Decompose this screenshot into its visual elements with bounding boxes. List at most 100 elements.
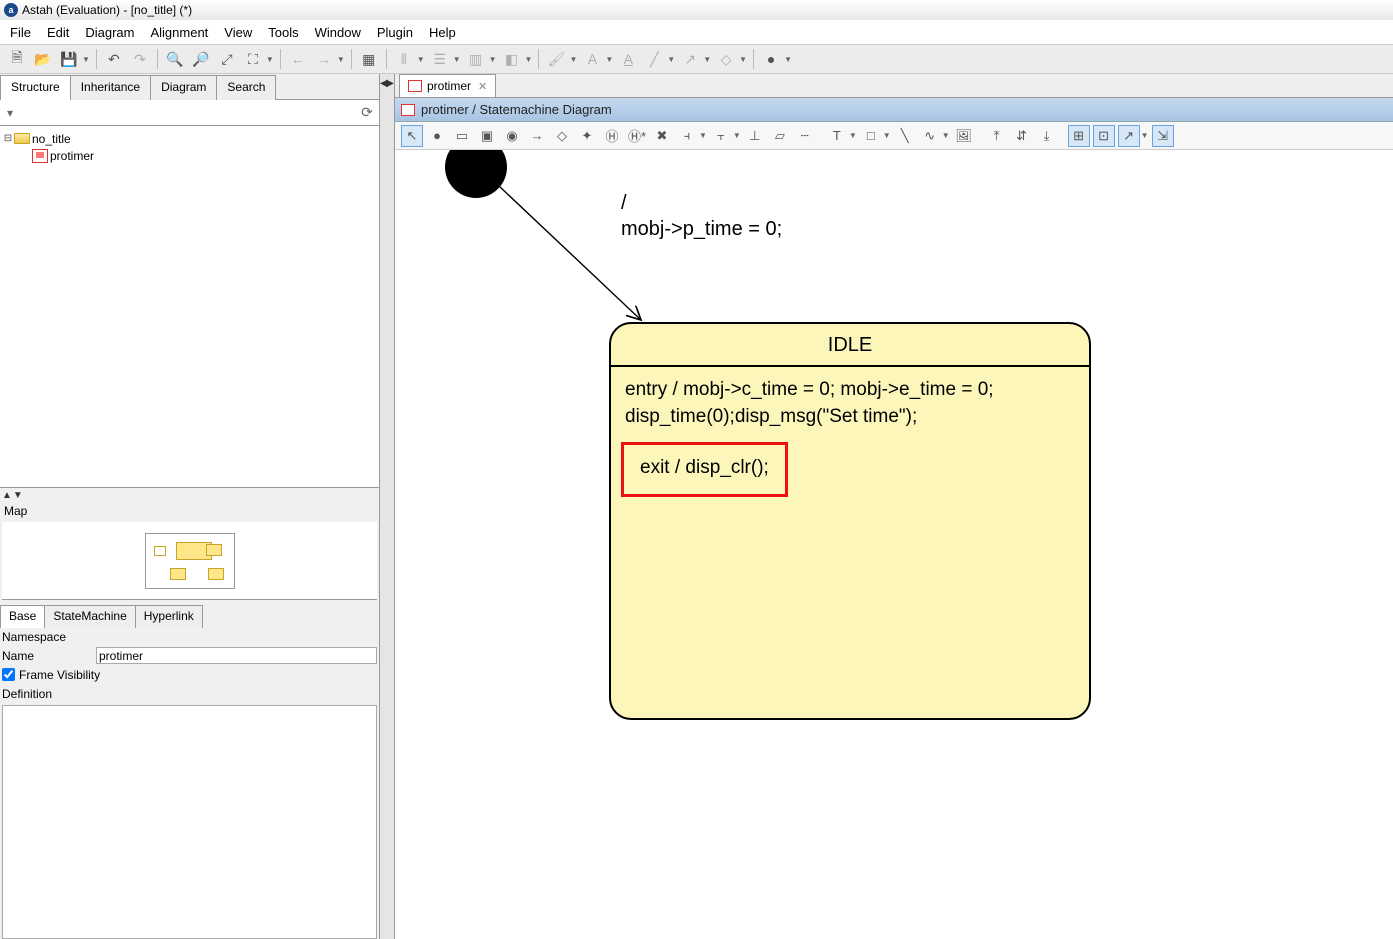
structure-tabs: Structure Inheritance Diagram Search <box>0 74 379 100</box>
image-icon[interactable]: 🖼 <box>953 125 975 147</box>
join-icon[interactable]: ⫟ <box>710 125 732 147</box>
submachine-icon[interactable]: ▣ <box>476 125 498 147</box>
breadcrumb-text: protimer / Statemachine Diagram <box>421 102 612 117</box>
open-file-icon[interactable]: 📂 <box>32 48 54 70</box>
title-bar: a Astah (Evaluation) - [no_title] (*) <box>0 0 1393 20</box>
back-icon[interactable]: ← <box>287 48 309 70</box>
choice-icon[interactable]: ◇ <box>551 125 573 147</box>
tree-root[interactable]: ⊟ no_title <box>2 130 377 147</box>
new-file-icon[interactable]: 🗎 <box>6 48 28 70</box>
menu-help[interactable]: Help <box>421 23 464 42</box>
prop-tab-statemachine[interactable]: StateMachine <box>44 605 135 628</box>
menu-alignment[interactable]: Alignment <box>142 23 216 42</box>
undo-icon[interactable]: ↶ <box>103 48 125 70</box>
redo-icon[interactable]: ↷ <box>129 48 151 70</box>
name-field[interactable] <box>96 647 377 664</box>
frame-visibility-checkbox[interactable] <box>2 668 15 681</box>
tab-search[interactable]: Search <box>216 75 276 100</box>
state-entry-l2: disp_time(0);disp_msg("Set time"); <box>625 404 1075 431</box>
refresh-icon[interactable]: ⟳ <box>355 104 379 121</box>
freehand-icon[interactable]: ∿ <box>919 125 941 147</box>
prop-tab-base[interactable]: Base <box>0 605 45 628</box>
filter-bar: ▾ ⟳ <box>0 100 379 126</box>
state-exit-highlight[interactable]: exit / disp_clr(); <box>621 442 788 497</box>
menu-plugin[interactable]: Plugin <box>369 23 421 42</box>
size-icon[interactable]: ◧ <box>501 48 523 70</box>
note-anchor-icon[interactable]: ┄ <box>794 125 816 147</box>
tab-inheritance[interactable]: Inheritance <box>70 75 151 100</box>
menu-window[interactable]: Window <box>307 23 369 42</box>
mode-d-icon[interactable]: ⇲ <box>1152 125 1174 147</box>
line-icon[interactable]: ╱ <box>643 48 665 70</box>
name-label: Name <box>2 649 96 663</box>
zoom-out-icon[interactable]: 🔎 <box>190 48 212 70</box>
transition-label[interactable]: / mobj->p_time = 0; <box>621 190 782 242</box>
font-color-icon[interactable]: A <box>617 48 639 70</box>
fork-icon[interactable]: ⫞ <box>676 125 698 147</box>
mode-a-icon[interactable]: ⊞ <box>1068 125 1090 147</box>
initial-pseudostate[interactable] <box>445 150 507 198</box>
filter-input[interactable] <box>20 100 355 125</box>
deep-history-icon[interactable]: Ⓗ* <box>626 125 648 147</box>
main-toolbar: 🗎 📂 💾▼ ↶ ↷ 🔍 🔎 ⤢ ⛶▼ ← →▼ ▦ ⫴▼ ☰▼ ▥▼ ◧▼ 🖌… <box>0 44 1393 74</box>
mode-b-icon[interactable]: ⊡ <box>1093 125 1115 147</box>
selection-tool-icon[interactable]: ↖ <box>401 125 423 147</box>
transition-text-l2: mobj->p_time = 0; <box>621 216 782 242</box>
sidebar: Structure Inheritance Diagram Search ▾ ⟳… <box>0 74 380 939</box>
forward-icon[interactable]: → <box>313 48 335 70</box>
circle-icon[interactable]: ● <box>760 48 782 70</box>
property-panel: Namespace Name Frame Visibility Definiti… <box>0 627 379 939</box>
tree-child[interactable]: protimer <box>2 147 377 164</box>
doc-tab-protimer[interactable]: protimer ✕ <box>399 74 496 97</box>
tile-icon[interactable]: ▦ <box>358 48 380 70</box>
map-minimap[interactable] <box>2 522 377 600</box>
state-idle[interactable]: IDLE entry / mobj->c_time = 0; mobj->e_t… <box>609 322 1091 720</box>
menu-edit[interactable]: Edit <box>39 23 77 42</box>
distribute-icon[interactable]: ▥ <box>465 48 487 70</box>
initial-state-icon[interactable]: ● <box>426 125 448 147</box>
tab-structure[interactable]: Structure <box>0 75 71 100</box>
entry-point-icon[interactable]: ⊥ <box>744 125 766 147</box>
diagram-canvas[interactable]: / mobj->p_time = 0; IDLE entry / mobj->c… <box>395 150 1393 939</box>
align-middle-icon[interactable]: ⇵ <box>1011 125 1033 147</box>
line-shape-icon[interactable]: ╲ <box>894 125 916 147</box>
history-icon[interactable]: Ⓗ <box>601 125 623 147</box>
definition-textarea[interactable] <box>2 705 377 939</box>
menu-file[interactable]: File <box>2 23 39 42</box>
arrow-icon[interactable]: ↗ <box>679 48 701 70</box>
zoom-in-icon[interactable]: 🔍 <box>164 48 186 70</box>
zoom-selection-icon[interactable]: ⛶ <box>242 48 264 70</box>
state-icon[interactable]: ▭ <box>451 125 473 147</box>
align-vertical-icon[interactable]: ☰ <box>429 48 451 70</box>
mode-c-icon[interactable]: ↗ <box>1118 125 1140 147</box>
collapse-icon[interactable]: ⊟ <box>2 133 14 144</box>
font-icon[interactable]: A <box>581 48 603 70</box>
text-icon[interactable]: T <box>826 125 848 147</box>
close-tab-icon[interactable]: ✕ <box>478 80 487 93</box>
rect-icon[interactable]: □ <box>860 125 882 147</box>
shape-icon[interactable]: ◇ <box>715 48 737 70</box>
junction-icon[interactable]: ✦ <box>576 125 598 147</box>
menu-diagram[interactable]: Diagram <box>77 23 142 42</box>
state-name: IDLE <box>611 324 1089 367</box>
property-tabs: Base StateMachine Hyperlink <box>0 604 379 627</box>
pane-splitter[interactable]: ◀▶ <box>380 74 394 939</box>
transition-icon[interactable]: → <box>526 125 548 147</box>
align-horizontal-icon[interactable]: ⫴ <box>393 48 415 70</box>
final-state-icon[interactable]: ◉ <box>501 125 523 147</box>
editor-area: protimer ✕ protimer / Statemachine Diagr… <box>394 74 1393 939</box>
zoom-fit-icon[interactable]: ⤢ <box>216 48 238 70</box>
align-top-icon[interactable]: ⤒ <box>986 125 1008 147</box>
align-bottom-icon[interactable]: ⤓ <box>1036 125 1058 147</box>
prop-tab-hyperlink[interactable]: Hyperlink <box>135 605 203 628</box>
filter-icon[interactable]: ▾ <box>0 106 20 120</box>
terminate-icon[interactable]: ✖ <box>651 125 673 147</box>
tab-diagram[interactable]: Diagram <box>150 75 217 100</box>
project-tree[interactable]: ⊟ no_title protimer <box>0 126 379 488</box>
map-collapse-handle[interactable]: ▲▼ <box>0 490 379 502</box>
paint-icon[interactable]: 🖌 <box>545 48 567 70</box>
note-icon[interactable]: ▱ <box>769 125 791 147</box>
menu-tools[interactable]: Tools <box>260 23 306 42</box>
save-file-icon[interactable]: 💾 <box>58 48 80 70</box>
menu-view[interactable]: View <box>216 23 260 42</box>
